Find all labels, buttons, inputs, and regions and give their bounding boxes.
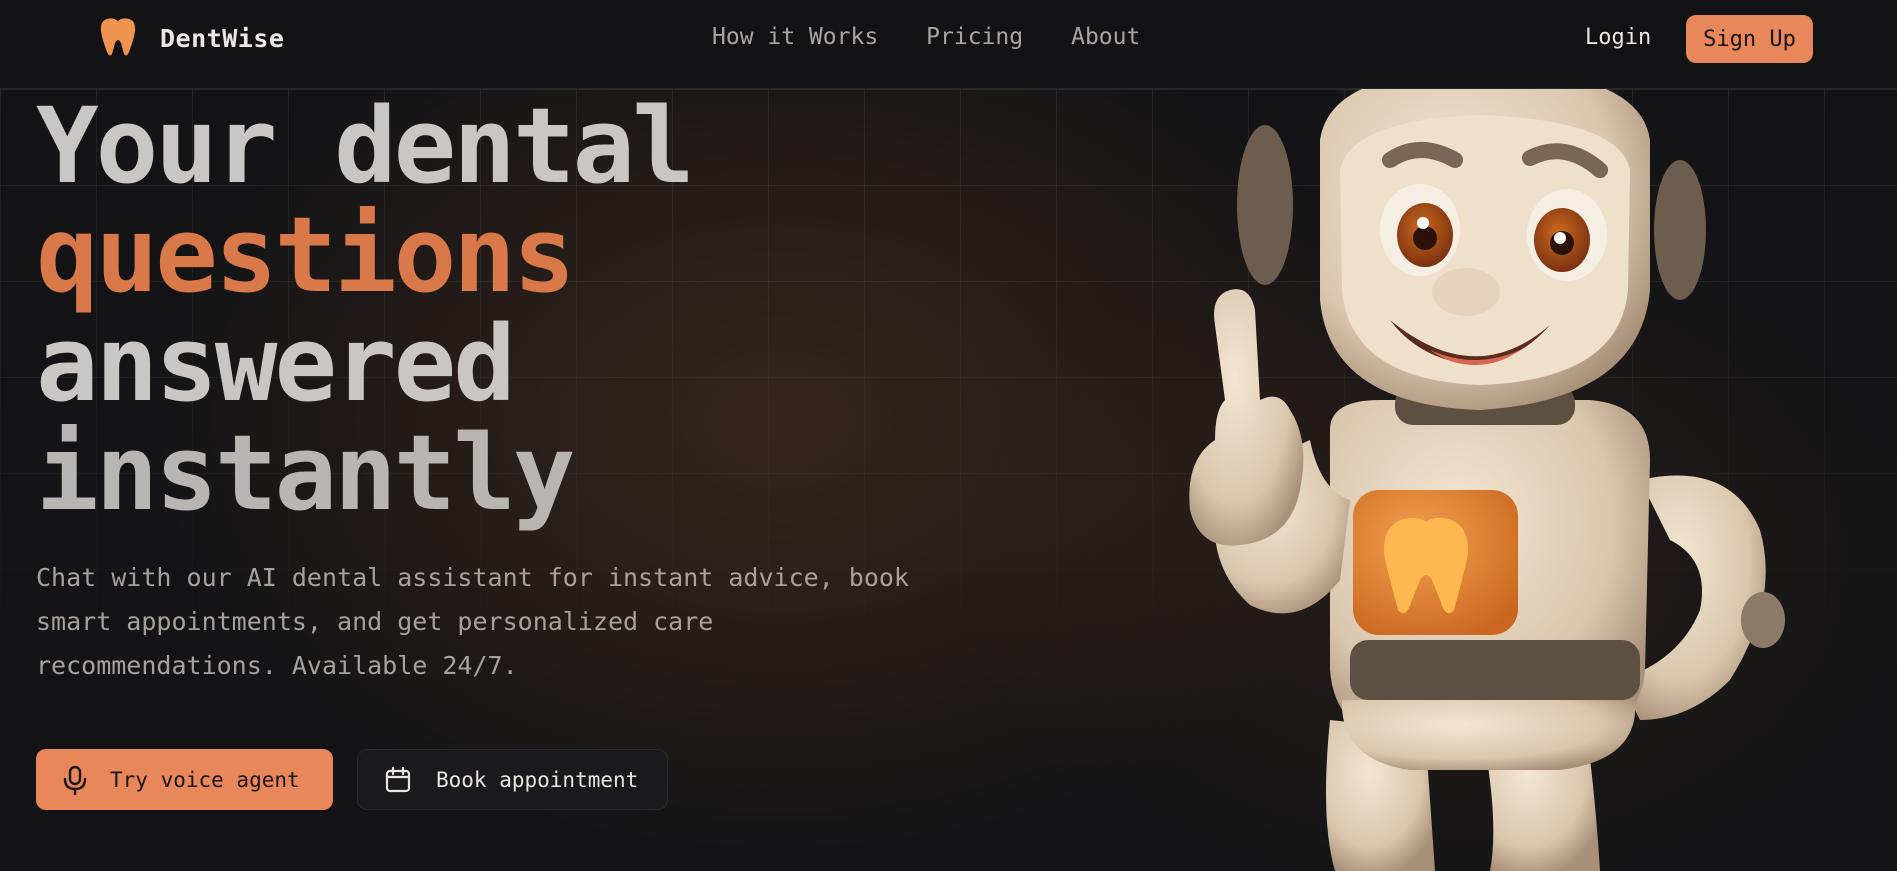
brand-name: DentWise [160,23,285,53]
microphone-icon [63,765,87,795]
book-appointment-button[interactable]: Book appointment [357,749,668,810]
try-voice-agent-button[interactable]: Try voice agent [36,749,333,810]
nav-link-about[interactable]: About [1071,24,1140,50]
hero-title-line-1: Your dental [36,85,695,207]
robot-mascot-illustration [1189,60,1785,871]
top-navbar: DentWise How it Works Pricing About Logi… [0,0,1897,89]
nav-link-how-it-works[interactable]: How it Works [712,24,878,50]
hero-title-line-2: questions [36,194,576,316]
book-appointment-label: Book appointment [436,767,639,792]
login-link[interactable]: Login [1585,25,1651,50]
hero-description: Chat with our AI dental assistant for in… [36,563,909,680]
tooth-icon [100,18,136,56]
hero-title-line-3: answered [36,303,516,425]
landing-page: DentWise How it Works Pricing About Logi… [0,0,1897,871]
try-voice-agent-label: Try voice agent [110,767,300,792]
calendar-icon [385,766,411,792]
main-nav: How it Works Pricing About [712,24,1140,50]
brand[interactable]: DentWise [98,16,284,60]
signup-button[interactable]: Sign Up [1686,15,1813,63]
hero-title-line-4: instantly [36,412,576,534]
nav-link-pricing[interactable]: Pricing [926,24,1023,50]
hero-title: Your dental questions answered instantly [36,85,695,534]
